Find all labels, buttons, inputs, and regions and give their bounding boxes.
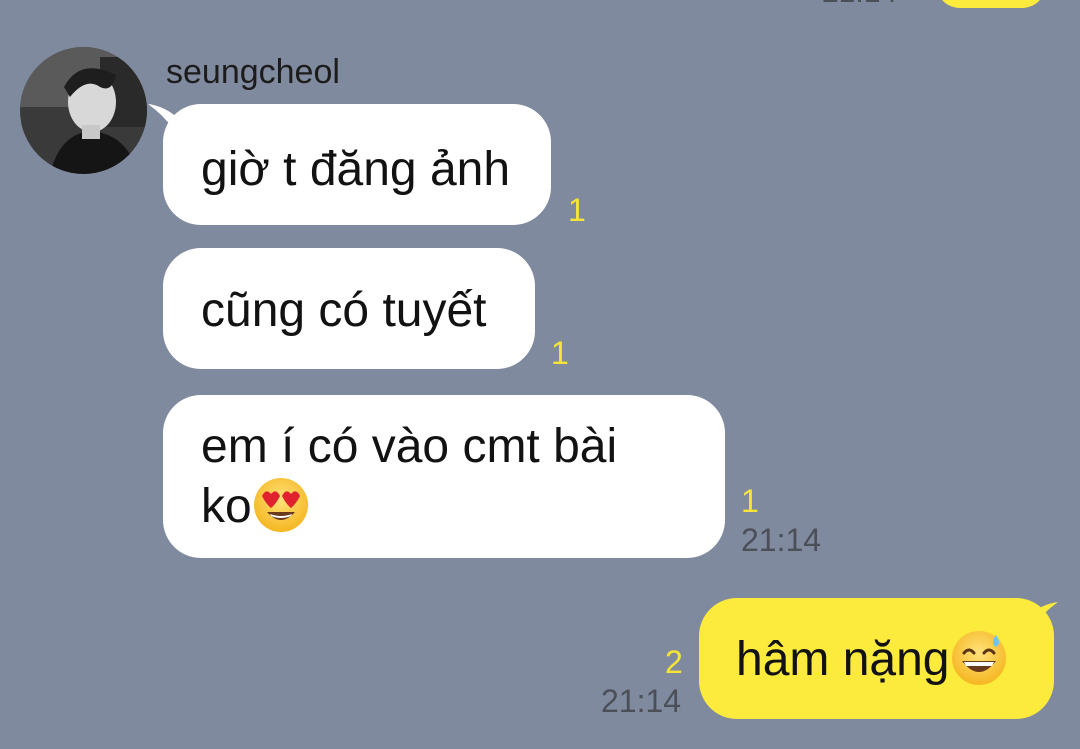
incoming-message-bubble[interactable]: giờ t đăng ảnh <box>163 104 551 225</box>
outgoing-message-bubble[interactable]: hâm nặng <box>699 598 1054 719</box>
previous-message-time: 21:14 <box>822 0 897 8</box>
sender-avatar[interactable] <box>20 47 147 174</box>
grinning-sweat-emoji-icon <box>951 631 1006 686</box>
message-text: cũng có tuyết <box>201 284 487 337</box>
sender-name: seungcheol <box>166 53 340 91</box>
message-line: hâm nặng <box>736 630 1054 690</box>
message-text: giờ t đăng ảnh <box>201 143 511 196</box>
incoming-message-bubble[interactable]: em í có vào cmt bài ko <box>163 395 725 558</box>
incoming-message-bubble[interactable]: cũng có tuyết <box>163 248 535 369</box>
unread-count: 1 <box>551 335 569 371</box>
previous-outgoing-bubble[interactable] <box>936 0 1046 8</box>
heart-eyes-emoji-icon <box>253 478 308 533</box>
message-text: ko <box>201 480 252 533</box>
message-time: 21:14 <box>741 522 822 558</box>
unread-count: 1 <box>741 483 759 519</box>
message-text-line-1: em í có vào cmt bài <box>201 420 618 473</box>
message-text: hâm nặng <box>736 633 950 686</box>
unread-count: 1 <box>568 192 586 228</box>
profile-photo-icon <box>20 47 147 174</box>
message-time: 21:14 <box>601 683 682 719</box>
message-text-line-2: ko <box>201 477 725 537</box>
unread-count: 2 <box>665 644 683 680</box>
